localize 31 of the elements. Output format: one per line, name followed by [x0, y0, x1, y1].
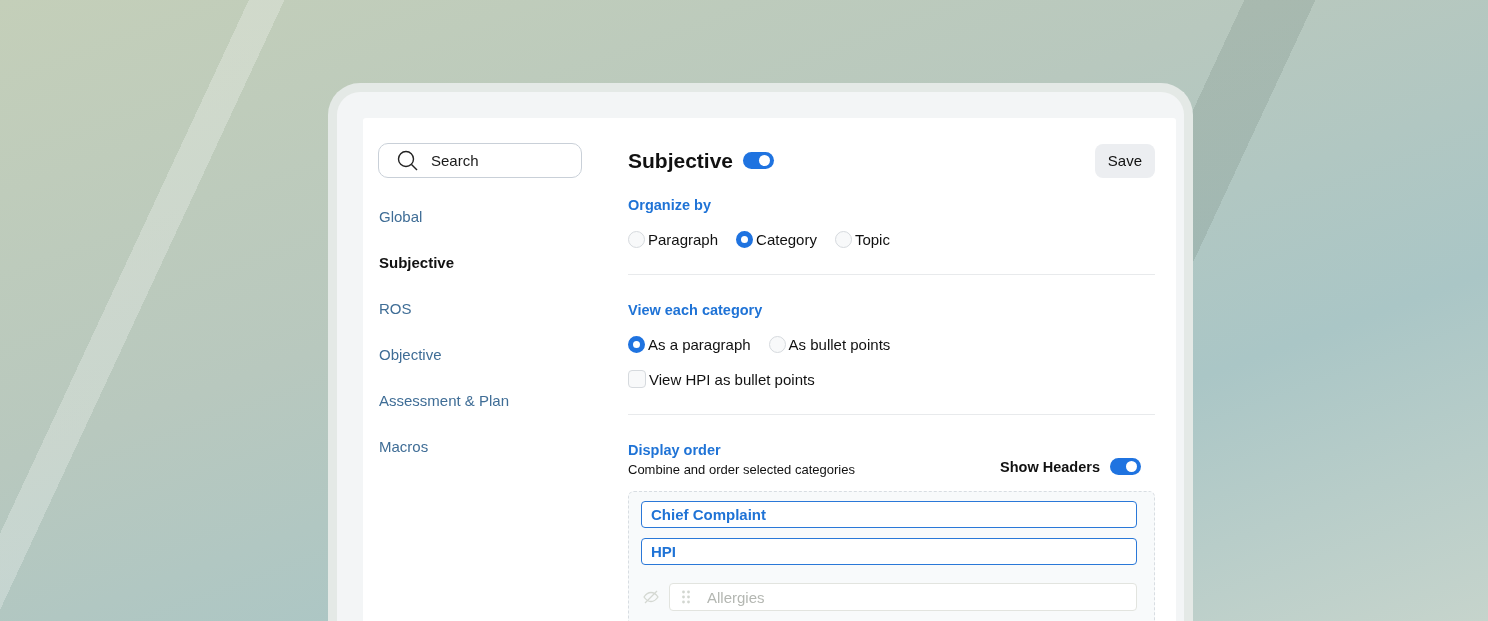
option-label: As a paragraph — [648, 335, 751, 353]
toggle-label: Show Headers — [1000, 458, 1100, 475]
section-heading: Display order — [628, 441, 722, 460]
sidebar-item[interactable]: Assessment & Plan — [378, 378, 582, 424]
option-label: As bullet points — [788, 335, 891, 353]
save-button[interactable]: Save — [1094, 143, 1155, 178]
radio-button[interactable] — [628, 335, 645, 353]
section-heading: View each category — [628, 301, 764, 320]
toggle-switch[interactable] — [1110, 458, 1141, 475]
option-label: Paragraph — [648, 230, 719, 248]
sidebar-item[interactable]: Global — [378, 194, 582, 240]
search-field[interactable]: Search — [378, 143, 582, 178]
sidebar-item[interactable]: Macros — [378, 424, 582, 470]
toggle-switch[interactable] — [743, 152, 775, 169]
category-chip[interactable]: HPI — [641, 538, 1137, 565]
chip-label: Allergies — [707, 588, 765, 606]
sidebar-item[interactable]: Subjective — [378, 240, 582, 286]
section-heading: Organize by — [628, 196, 712, 215]
sidebar-item[interactable]: ROS — [378, 286, 582, 332]
hidden-icon[interactable] — [643, 590, 659, 604]
option-label: View HPI as bullet points — [649, 370, 815, 388]
page-title: Subjective — [628, 148, 734, 173]
search-icon — [397, 150, 418, 171]
category-chip[interactable]: Chief Complaint — [641, 501, 1137, 528]
option-label: Topic — [854, 230, 890, 248]
radio-button[interactable] — [736, 230, 754, 248]
option-label: Category — [756, 230, 817, 248]
drag-handle-icon[interactable] — [682, 590, 690, 604]
sidebar-item[interactable]: Objective — [378, 332, 582, 378]
section-subtitle: Combine and order selected categories — [628, 462, 855, 477]
checkbox[interactable] — [628, 370, 646, 388]
